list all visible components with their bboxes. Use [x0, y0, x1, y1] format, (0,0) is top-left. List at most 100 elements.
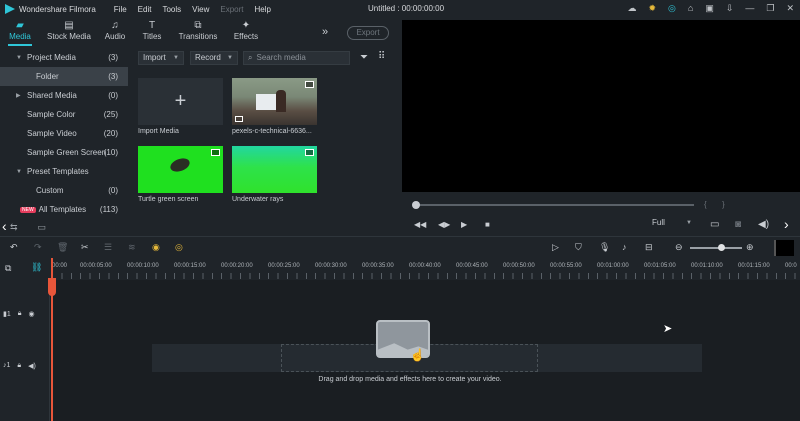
menu-tools[interactable]: Tools: [162, 5, 181, 14]
sidebar-item-project-media[interactable]: ▼ Project Media (3): [0, 48, 128, 67]
timeline-ruler[interactable]: ⧉ ⛓ 00:00 00:00:05:00 00:00:10:00 00:00:…: [0, 258, 800, 280]
zoom-in-icon[interactable]: ⊕: [746, 242, 754, 253]
link-icon[interactable]: ⛓: [31, 262, 42, 273]
expand-down-icon: ▼: [16, 54, 22, 61]
record-dropdown[interactable]: Record ▼: [190, 51, 238, 65]
close-icon[interactable]: ✕: [786, 3, 794, 14]
account-icon[interactable]: ⌂: [688, 3, 693, 14]
speed-icon[interactable]: ◎: [175, 242, 183, 253]
delete-icon[interactable]: 🗑: [57, 242, 68, 253]
play-reverse-icon[interactable]: ◀▶: [438, 220, 450, 229]
search-input[interactable]: [256, 53, 337, 62]
media-tabs: ▰ Media ▤ Stock Media ♫ Audio T Titles ⧉…: [0, 18, 398, 46]
add-media-icon: +: [138, 78, 223, 125]
stop-icon[interactable]: ■: [485, 220, 490, 229]
timeline-toolbar: ↶ ↷ 🗑 ✂ ☰ ≋ ◉ ◎ ▷ ⛉ 🎙 ♪ ⊟ ⊖ ⊕: [0, 236, 800, 258]
media-item-pexels[interactable]: pexels-c-technical-6636...: [232, 78, 317, 135]
playhead-handle[interactable]: [48, 278, 56, 296]
audio-wave-icon[interactable]: ≋: [128, 242, 136, 253]
maximize-icon[interactable]: ❐: [766, 3, 774, 14]
subtitle-icon[interactable]: ⊟: [645, 242, 653, 253]
sidebar-item-shared-media[interactable]: ▶ Shared Media (0): [0, 86, 128, 105]
volume-icon[interactable]: ◀): [758, 219, 769, 230]
chevron-down-icon: ▼: [173, 55, 179, 61]
folder-icon: ▰: [16, 20, 24, 31]
filmora-logo-icon: [5, 4, 15, 14]
add-track-icon[interactable]: ⧉: [5, 263, 11, 274]
media-item-underwater[interactable]: Underwater rays: [232, 146, 317, 203]
media-item-import[interactable]: + Import Media: [138, 78, 223, 135]
import-dropdown[interactable]: Import ▼: [138, 51, 184, 65]
headset-icon[interactable]: ◎: [668, 3, 676, 14]
adjust-icon[interactable]: ☰: [104, 242, 112, 253]
sidebar-item-sample-color[interactable]: Sample Color (25): [0, 105, 128, 124]
tab-titles[interactable]: T Titles: [132, 18, 172, 46]
sidebar-item-custom[interactable]: Custom (0): [0, 181, 128, 200]
undo-icon[interactable]: ↶: [10, 242, 18, 253]
menu-export[interactable]: Export: [220, 5, 243, 14]
sidebar-item-all-templates[interactable]: NEW All Templates (113): [0, 200, 128, 219]
play-icon[interactable]: ▶: [461, 220, 467, 229]
notification-icon[interactable]: ⇩: [726, 3, 734, 14]
mark-in-icon[interactable]: {: [704, 200, 707, 209]
export-button[interactable]: Export: [347, 26, 389, 40]
tab-effects[interactable]: ✦ Effects: [224, 18, 268, 46]
hand-cursor-icon: ☝: [410, 348, 425, 362]
video-badge-icon: [305, 81, 314, 88]
lock-icon[interactable]: 🔒︎: [17, 362, 21, 370]
zoom-slider[interactable]: [690, 244, 742, 251]
title-bar: Wondershare Filmora File Edit Tools View…: [0, 0, 800, 18]
cut-icon[interactable]: ✂: [81, 242, 89, 253]
marker-icon[interactable]: ⛉: [575, 242, 582, 253]
cloud-icon[interactable]: ☁: [627, 3, 636, 14]
tab-transitions[interactable]: ⧉ Transitions: [172, 18, 224, 46]
more-tabs-icon[interactable]: »: [322, 26, 328, 38]
menu-edit[interactable]: Edit: [138, 5, 152, 14]
search-box: ⌕: [243, 51, 350, 65]
filter-icon[interactable]: ⏷: [360, 52, 368, 63]
scrubber-knob[interactable]: [412, 201, 420, 209]
grid-view-icon[interactable]: ⠿: [378, 51, 385, 62]
minimize-icon[interactable]: —: [745, 3, 754, 14]
lock-icon[interactable]: 🔒︎: [18, 310, 22, 318]
speaker-icon[interactable]: ◀): [28, 362, 36, 370]
previous-frame-icon[interactable]: ◀◀: [414, 220, 426, 229]
eye-icon[interactable]: ◉: [29, 310, 35, 318]
lightbulb-icon[interactable]: ✹: [648, 3, 656, 14]
menu-file[interactable]: File: [114, 5, 127, 14]
folder-icon[interactable]: ▭: [38, 222, 47, 233]
media-item-turtle[interactable]: Turtle green screen: [138, 146, 223, 203]
menu-view[interactable]: View: [192, 5, 209, 14]
preview-scrubber[interactable]: [412, 201, 694, 209]
laptop-shape: [256, 94, 278, 110]
expand-right-icon[interactable]: ›: [784, 216, 789, 232]
document-title: Untitled : 00:00:00:00: [368, 4, 445, 13]
color-icon[interactable]: ◉: [152, 242, 160, 253]
layout-toggle-icon[interactable]: [774, 240, 794, 256]
zoom-out-icon[interactable]: ⊖: [675, 242, 683, 253]
snapshot-icon[interactable]: ◙: [735, 219, 741, 230]
tab-media[interactable]: ▰ Media: [0, 18, 40, 46]
sidebar-item-folder[interactable]: Folder (3): [0, 67, 128, 86]
sidebar-item-sample-video[interactable]: Sample Video (20): [0, 124, 128, 143]
sidebar-item-preset-templates[interactable]: ▼ Preset Templates: [0, 162, 128, 181]
voiceover-icon[interactable]: ♪: [622, 242, 627, 252]
collapse-left-icon[interactable]: ‹: [2, 218, 7, 234]
menu-help[interactable]: Help: [254, 5, 270, 14]
tab-audio[interactable]: ♫ Audio: [98, 18, 132, 46]
preview-player[interactable]: [402, 20, 800, 192]
video-track-header: ▮1 🔒︎ ◉: [0, 310, 50, 318]
title-actions: ☁ ✹ ◎ ⌂ ▣ ⇩ — ❐ ✕: [627, 3, 794, 14]
quality-dropdown[interactable]: Full ▼: [648, 217, 696, 231]
render-icon[interactable]: ▷: [552, 242, 559, 253]
turtle-shape: [168, 155, 192, 175]
new-folder-icon[interactable]: ⇆: [10, 222, 18, 233]
mark-out-icon[interactable]: }: [722, 200, 725, 209]
tab-stock-media[interactable]: ▤ Stock Media: [40, 18, 98, 46]
save-icon[interactable]: ▣: [705, 3, 714, 14]
display-icon[interactable]: ▭: [710, 219, 719, 230]
zoom-slider-knob[interactable]: [718, 244, 725, 251]
redo-icon[interactable]: ↷: [34, 242, 42, 253]
microphone-icon[interactable]: 🎙: [599, 242, 610, 253]
sidebar-item-sample-green-screen[interactable]: Sample Green Screen (10): [0, 143, 128, 162]
